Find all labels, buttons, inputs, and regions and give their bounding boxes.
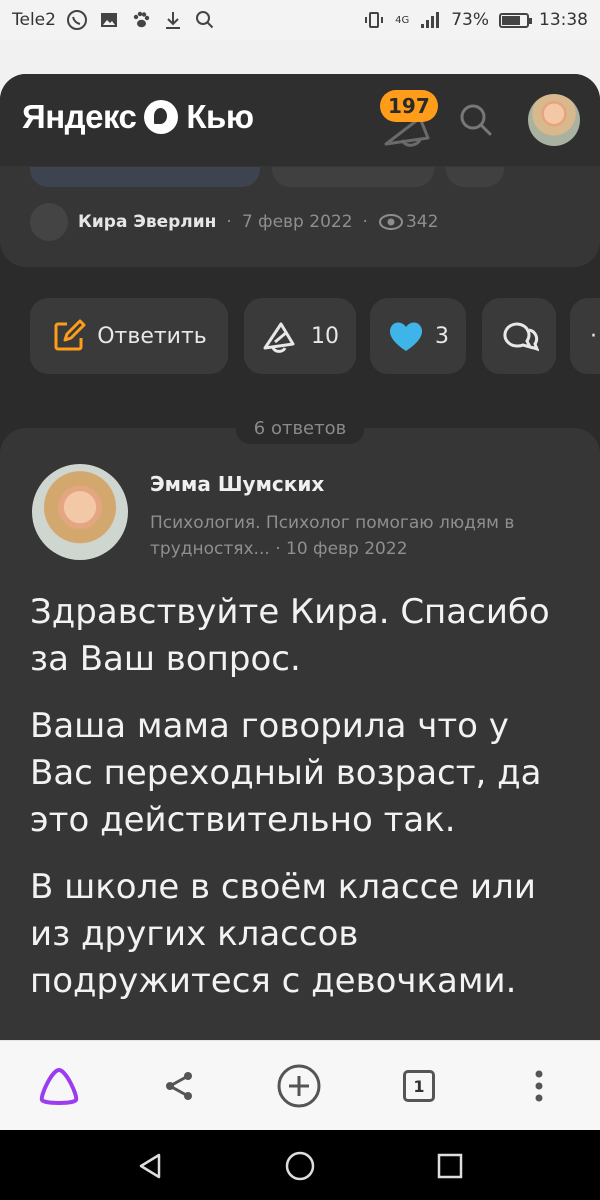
edit-icon (54, 319, 86, 351)
alice-button[interactable] (36, 1063, 82, 1109)
search-status-icon (194, 9, 216, 31)
plus-circle-icon (277, 1064, 321, 1108)
answer-author-name[interactable]: Эмма Шумских (150, 472, 324, 496)
back-icon (139, 1153, 161, 1179)
system-nav-bar (0, 1130, 600, 1200)
whatsapp-icon (66, 9, 88, 31)
logo-text: Яндекс (22, 98, 137, 135)
upvote-button[interactable]: 10 (244, 298, 356, 374)
avatar[interactable] (30, 203, 68, 241)
answers-count-label: 6 ответов (236, 412, 364, 444)
answer-author-avatar[interactable] (32, 464, 128, 560)
vibrate-icon (363, 9, 385, 31)
answer-date: 10 февр 2022 (286, 539, 408, 559)
logo-mark-icon (144, 100, 179, 134)
paw-icon (130, 9, 152, 31)
question-author-name[interactable]: Кира Эверлин (78, 212, 216, 232)
back-button[interactable] (132, 1148, 168, 1184)
question-author-row: Кира Эверлин · 7 февр 2022 · 342 (30, 203, 438, 241)
answer-body: Здравствуйте Кира. Спасибо за Ваш вопрос… (30, 589, 578, 1025)
eye-icon (378, 213, 404, 231)
app-screen: Кира Эверлин · 7 февр 2022 · 342 Яндекс … (0, 74, 600, 1040)
views-count: 342 (405, 212, 439, 232)
user-avatar[interactable] (528, 94, 580, 146)
like-button[interactable]: 3 (370, 298, 466, 374)
status-bar: Tele2 4G 73% 13:38 (0, 0, 600, 40)
question-chip[interactable] (446, 167, 504, 187)
heart-icon (389, 322, 423, 351)
reply-label: Ответить (97, 323, 207, 349)
menu-button[interactable] (516, 1063, 562, 1109)
like-count: 3 (435, 323, 449, 349)
new-tab-button[interactable] (276, 1063, 322, 1109)
share-button[interactable] (156, 1063, 202, 1109)
yandex-q-logo[interactable]: Яндекс Кью (22, 98, 254, 136)
reply-button[interactable]: Ответить (30, 298, 228, 374)
browser-bottom-bar: 1 (0, 1040, 600, 1131)
battery-percent: 73% (451, 10, 489, 30)
clock: 13:38 (539, 10, 588, 30)
tabs-count: 1 (403, 1070, 435, 1102)
question-chip[interactable] (272, 167, 434, 187)
download-icon (162, 9, 184, 31)
gallery-icon (98, 9, 120, 31)
answer-paragraph: Ваша мама говорила что у Вас переходный … (30, 706, 542, 840)
home-icon (285, 1151, 315, 1181)
recents-icon (437, 1153, 463, 1179)
battery-icon (499, 12, 532, 28)
upvote-icon (263, 322, 295, 353)
more-icon: · (590, 323, 597, 349)
notifications-badge: 197 (380, 90, 438, 122)
recents-button[interactable] (432, 1148, 468, 1184)
more-vertical-icon (535, 1070, 543, 1102)
upvote-count: 10 (311, 323, 339, 349)
home-button[interactable] (282, 1148, 318, 1184)
app-header: Яндекс Кью 197 (0, 74, 600, 166)
network-type: 4G (395, 14, 410, 26)
signal-icon (419, 9, 441, 31)
search-icon (460, 104, 492, 136)
share-icon (166, 1072, 192, 1100)
question-chip[interactable] (30, 167, 260, 187)
question-date: 7 февр 2022 (241, 212, 353, 232)
more-actions-button[interactable]: · (570, 298, 600, 374)
comments-button[interactable] (482, 298, 556, 374)
notifications-button[interactable]: 197 (376, 90, 446, 150)
search-button[interactable] (456, 100, 496, 140)
answer-paragraph: Здравствуйте Кира. Спасибо за Ваш вопрос… (30, 592, 550, 679)
answer-paragraph: В школе в своём классе или из других кла… (30, 867, 536, 1001)
answer-author-meta: Психология. Психолог помогаю людям в тру… (150, 513, 515, 559)
carrier-label: Tele2 (12, 10, 56, 30)
logo-text: Кью (186, 98, 254, 135)
alice-icon (39, 1068, 79, 1105)
comments-icon (503, 322, 539, 352)
tabs-button[interactable]: 1 (396, 1063, 442, 1109)
